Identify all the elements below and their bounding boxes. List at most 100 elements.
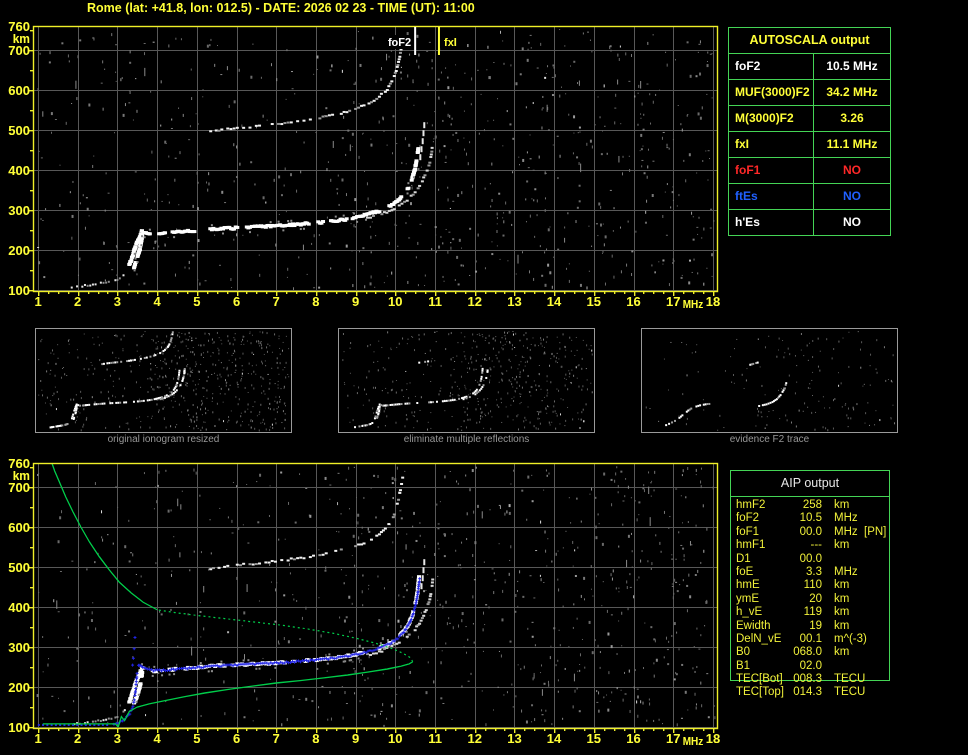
aip-output-header: AIP output	[731, 471, 889, 497]
parameter-unit: km	[834, 592, 850, 605]
parameter-value: 02.0	[799, 659, 822, 672]
parameter-value: 00.0	[799, 525, 822, 538]
parameter-value: 3.3	[806, 565, 822, 578]
top-ionogram-plot	[0, 15, 728, 315]
parameter-unit: km	[834, 579, 850, 592]
table-row: TEC[Bot] 008.3 TECU	[730, 673, 900, 686]
autoscala-output-table: AUTOSCALA output foF2 10.5 MHz MUF(3000)…	[728, 27, 891, 236]
parameter-value: 00.1	[799, 632, 822, 645]
thumbnail-evidence-f2-trace-canvas	[642, 329, 897, 432]
parameter-name: DelN_vE	[736, 632, 782, 645]
table-row: Ewidth 19 km	[730, 620, 900, 633]
table-row: foE 3.3 MHz	[730, 566, 900, 579]
parameter-value: NO	[813, 210, 890, 235]
parameter-value: 10.5 MHz	[813, 54, 890, 79]
parameter-value: 110	[803, 579, 822, 592]
parameter-value: 068.0	[793, 646, 822, 659]
parameter-value: 19	[809, 619, 822, 632]
parameter-value: 34.2 MHz	[813, 80, 890, 105]
parameter-unit: km	[834, 619, 850, 632]
parameter-name: foF2	[736, 512, 760, 525]
table-row: hmF1 --- km	[730, 539, 900, 552]
parameter-value: 3.26	[813, 106, 890, 131]
parameter-unit: km	[834, 539, 850, 552]
table-row: M(3000)F2 3.26	[729, 106, 890, 132]
parameter-name: B1	[736, 659, 751, 672]
parameter-name: ymE	[736, 592, 759, 605]
parameter-note: [PN]	[864, 525, 887, 538]
parameter-unit: MHz	[834, 525, 858, 538]
table-row: MUF(3000)F2 34.2 MHz	[729, 80, 890, 106]
thumbnail-original-ionogram	[35, 328, 292, 433]
parameter-name: ftEs	[735, 189, 758, 203]
thumbnail-eliminate-reflections-canvas	[339, 329, 594, 432]
parameter-value: NO	[813, 184, 890, 209]
parameter-name: hmF1	[736, 539, 766, 552]
parameter-unit: TECU	[834, 673, 866, 686]
thumbnail-eliminate-reflections	[338, 328, 595, 433]
parameter-name: hmE	[736, 579, 760, 592]
parameter-note	[858, 633, 900, 646]
table-row: foF1 NO	[729, 158, 890, 184]
parameter-note	[858, 606, 900, 619]
parameter-note	[858, 499, 900, 512]
parameter-name: foF1	[736, 525, 760, 538]
parameter-unit: MHz	[834, 512, 858, 525]
parameter-name: TEC[Top]	[736, 686, 784, 699]
table-row: fxI 11.1 MHz	[729, 132, 890, 158]
parameter-name: MUF(3000)F2	[735, 85, 810, 99]
parameter-note	[858, 593, 900, 606]
parameter-name: fxI	[735, 137, 750, 151]
aip-rows: hmF2 258 km foF2 10.5 MHz foF1 00.0 MHz …	[730, 499, 900, 700]
table-row: foF2 10.5 MHz	[730, 512, 900, 525]
parameter-value: 10.5	[799, 512, 822, 525]
parameter-name: h_vE	[736, 606, 763, 619]
parameter-value: 119	[803, 606, 822, 619]
parameter-value: 20	[809, 592, 822, 605]
parameter-note	[858, 646, 900, 659]
parameter-unit: km	[834, 606, 850, 619]
parameter-note	[858, 553, 900, 566]
parameter-name: M(3000)F2	[735, 111, 794, 125]
parameter-value: 00.0	[799, 552, 822, 565]
parameter-name: D1	[736, 552, 751, 565]
table-row: h'Es NO	[729, 210, 890, 235]
parameter-note	[858, 686, 900, 699]
parameter-note	[858, 579, 900, 592]
parameter-unit: MHz	[834, 565, 858, 578]
table-row: B1 02.0	[730, 660, 900, 673]
table-row: ftEs NO	[729, 184, 890, 210]
parameter-note	[858, 660, 900, 673]
table-row: hmF2 258 km	[730, 499, 900, 512]
parameter-name: foE	[736, 565, 754, 578]
parameter-name: h'Es	[735, 215, 760, 229]
parameter-note	[858, 512, 900, 525]
parameter-unit	[822, 660, 858, 673]
table-row: hmE 110 km	[730, 579, 900, 592]
thumbnail-caption-original: original ionogram resized	[107, 434, 220, 445]
parameter-note	[858, 539, 900, 552]
thumbnail-original-ionogram-canvas	[36, 329, 291, 432]
table-row: ymE 20 km	[730, 593, 900, 606]
table-row: DelN_vE 00.1 m^(-3)	[730, 633, 900, 646]
thumbnail-evidence-f2-trace	[641, 328, 898, 433]
table-row: foF2 10.5 MHz	[729, 54, 890, 80]
table-row: TEC[Top] 014.3 TECU	[730, 686, 900, 699]
parameter-value: 014.3	[793, 686, 822, 699]
parameter-unit: km	[834, 646, 850, 659]
parameter-unit: km	[834, 499, 850, 511]
parameter-name: foF2	[735, 59, 761, 73]
table-row: D1 00.0	[730, 553, 900, 566]
parameter-unit	[822, 553, 858, 566]
parameter-name: Ewidth	[736, 619, 771, 632]
parameter-name: TEC[Bot]	[736, 673, 783, 686]
page-title: Rome (lat: +41.8, lon: 012.5) - DATE: 20…	[87, 1, 475, 15]
parameter-value: 008.3	[793, 673, 822, 686]
autoscala-app-window: Rome (lat: +41.8, lon: 012.5) - DATE: 20…	[0, 0, 968, 755]
parameter-note	[858, 566, 900, 579]
parameter-name: foF1	[735, 163, 761, 177]
thumbnail-caption-evidence: evidence F2 trace	[729, 434, 810, 445]
thumbnail-caption-eliminate: eliminate multiple reflections	[403, 434, 530, 445]
parameter-unit: TECU	[834, 686, 866, 699]
parameter-value: 11.1 MHz	[813, 132, 890, 157]
